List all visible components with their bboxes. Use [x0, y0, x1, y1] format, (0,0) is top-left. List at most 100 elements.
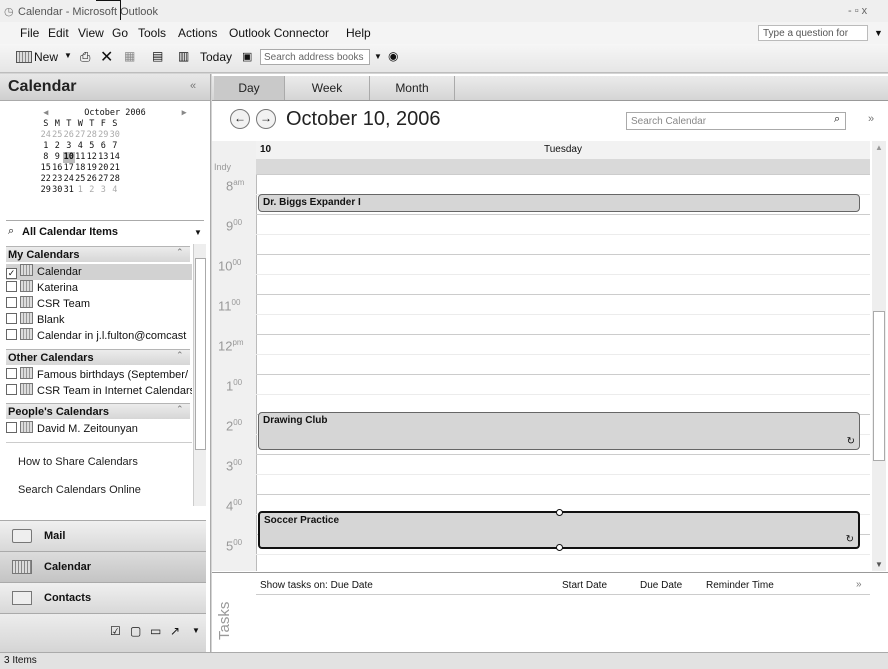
- menu-actions[interactable]: Actions: [178, 26, 217, 40]
- calendar-button[interactable]: Calendar: [0, 551, 206, 582]
- calendar-icon: [20, 328, 33, 340]
- scroll-down-icon[interactable]: ▼: [875, 560, 883, 569]
- folder-icon[interactable]: ▭: [150, 624, 161, 638]
- appointment-drawing-club[interactable]: Drawing Club ↻: [258, 412, 860, 450]
- mail-button[interactable]: Mail: [0, 520, 206, 551]
- collapse-group-icon[interactable]: ⌃: [176, 350, 184, 361]
- hour-label: 1100: [218, 298, 240, 313]
- group-other-calendars[interactable]: Other Calendars: [6, 349, 190, 365]
- menu-outlook-connector[interactable]: Outlook Connector: [229, 26, 329, 40]
- calendar-scroll-thumb[interactable]: [873, 311, 885, 461]
- checkbox-checked-icon[interactable]: ✓: [6, 268, 17, 279]
- forward-arrow-icon[interactable]: →: [256, 109, 276, 129]
- show-tasks-on[interactable]: Show tasks on: Due Date: [260, 580, 373, 591]
- categorize-icon[interactable]: ▤: [152, 49, 163, 63]
- mini-week: 22 23 24 25 26 27 28: [40, 174, 120, 184]
- schedule-icon[interactable]: ▥: [178, 49, 189, 63]
- calendar-scrollbar[interactable]: ▲ ▼: [872, 141, 886, 571]
- checkbox-icon[interactable]: [6, 313, 17, 324]
- resize-handle-top[interactable]: [556, 509, 563, 516]
- checkbox-icon[interactable]: [6, 368, 17, 379]
- expand-icon[interactable]: »: [868, 113, 874, 125]
- collapse-group-icon[interactable]: ⌃: [176, 404, 184, 415]
- nav-scroll-thumb[interactable]: [195, 258, 206, 450]
- calendar-item-jlfulton[interactable]: Calendar in j.l.fulton@comcast: [6, 328, 192, 344]
- calendar-item-katerina[interactable]: Katerina: [6, 280, 192, 296]
- notes-icon[interactable]: ▢: [130, 624, 141, 638]
- nav-scrollbar[interactable]: [193, 244, 206, 506]
- appointment-soccer-practice[interactable]: Soccer Practice ↻: [258, 509, 860, 551]
- hour-line: [256, 494, 870, 495]
- menu-edit[interactable]: Edit: [48, 26, 69, 40]
- tasks-icon[interactable]: ☑: [110, 624, 121, 638]
- delete-icon[interactable]: ✕: [100, 47, 113, 67]
- help-icon[interactable]: ◉: [388, 49, 398, 63]
- next-month-icon[interactable]: ▶: [178, 108, 190, 119]
- group-peoples-calendars[interactable]: People's Calendars: [6, 403, 190, 419]
- today-button[interactable]: Today: [200, 50, 232, 64]
- all-items-dropdown-icon[interactable]: ▼: [194, 228, 202, 237]
- prev-month-icon[interactable]: ◀: [40, 108, 52, 119]
- day-header[interactable]: 10 Tuesday: [256, 141, 870, 160]
- group-my-calendars[interactable]: My Calendars: [6, 246, 190, 262]
- menu-file[interactable]: File: [20, 26, 39, 40]
- search-icon[interactable]: ⌕: [834, 113, 840, 126]
- contacts-button[interactable]: Contacts: [0, 582, 206, 613]
- search-address-books-input[interactable]: Search address books: [260, 49, 370, 65]
- menu-view[interactable]: View: [78, 26, 104, 40]
- move-icon[interactable]: ▦: [124, 49, 135, 63]
- menu-go[interactable]: Go: [112, 26, 128, 40]
- mini-week: 29 30 31 1 2 3 4: [40, 185, 118, 195]
- new-dropdown-icon[interactable]: ▼: [64, 51, 72, 60]
- help-search-input[interactable]: Type a question for help: [758, 25, 868, 55]
- all-calendar-items-select[interactable]: All Calendar Items: [22, 226, 118, 238]
- checkbox-icon[interactable]: [6, 422, 17, 433]
- shortcuts-icon[interactable]: ↗: [170, 624, 180, 638]
- print-icon[interactable]: ⎙: [80, 49, 90, 65]
- help-dropdown-icon[interactable]: ▼: [874, 28, 883, 38]
- calendar-item-csr-internet[interactable]: CSR Team in Internet Calendars: [6, 383, 192, 399]
- column-reminder-time[interactable]: Reminder Time: [706, 580, 774, 591]
- collapse-tasks-icon[interactable]: »: [856, 579, 862, 590]
- tab-week[interactable]: Week: [285, 76, 370, 100]
- menu-bar: [0, 22, 888, 44]
- configure-buttons-icon[interactable]: ▼: [192, 626, 200, 635]
- search-calendar-input[interactable]: Search Calendar: [626, 112, 846, 130]
- how-to-share-link[interactable]: How to Share Calendars: [18, 456, 138, 468]
- appointment-dr-biggs[interactable]: Dr. Biggs Expander I: [258, 194, 860, 212]
- hour-line: [256, 454, 870, 455]
- address-book-icon[interactable]: ▣: [242, 50, 252, 63]
- menu-help[interactable]: Help: [346, 26, 371, 40]
- search-calendars-online-link[interactable]: Search Calendars Online: [18, 484, 141, 496]
- new-button[interactable]: New: [34, 50, 58, 64]
- hour-line: [256, 254, 870, 255]
- scroll-up-icon[interactable]: ▲: [875, 143, 883, 152]
- calendar-item-famous-birthdays[interactable]: Famous birthdays (September/: [6, 367, 192, 383]
- address-dropdown-icon[interactable]: ▼: [374, 52, 382, 61]
- checkbox-icon[interactable]: [6, 384, 17, 395]
- window-controls[interactable]: - ▫ x: [848, 5, 867, 17]
- internet-calendar-icon: [20, 367, 33, 379]
- checkbox-icon[interactable]: [6, 281, 17, 292]
- calendar-item-david[interactable]: David M. Zeitounyan: [6, 421, 192, 437]
- collapse-nav-icon[interactable]: «: [190, 80, 196, 92]
- nav-header: Calendar «: [0, 74, 210, 101]
- menu-tools[interactable]: Tools: [138, 26, 166, 40]
- checkbox-icon[interactable]: [6, 329, 17, 340]
- tab-month[interactable]: Month: [370, 76, 455, 100]
- hour-suffix: 00: [233, 418, 243, 427]
- mini-selected-day[interactable]: 10: [63, 152, 75, 163]
- calendar-item-calendar[interactable]: ✓ Calendar: [6, 264, 192, 280]
- column-start-date[interactable]: Start Date: [562, 580, 607, 591]
- hour-suffix: 00: [233, 458, 243, 467]
- hour-label: 1000: [218, 258, 241, 273]
- resize-handle-bottom[interactable]: [556, 544, 563, 551]
- all-day-event-area[interactable]: [256, 159, 870, 175]
- back-arrow-icon[interactable]: ←: [230, 109, 250, 129]
- collapse-group-icon[interactable]: ⌃: [176, 247, 184, 258]
- column-due-date[interactable]: Due Date: [640, 580, 682, 591]
- calendar-item-blank[interactable]: Blank: [6, 312, 192, 328]
- checkbox-icon[interactable]: [6, 297, 17, 308]
- tab-day[interactable]: Day: [214, 76, 285, 100]
- calendar-item-csr-team[interactable]: CSR Team: [6, 296, 192, 312]
